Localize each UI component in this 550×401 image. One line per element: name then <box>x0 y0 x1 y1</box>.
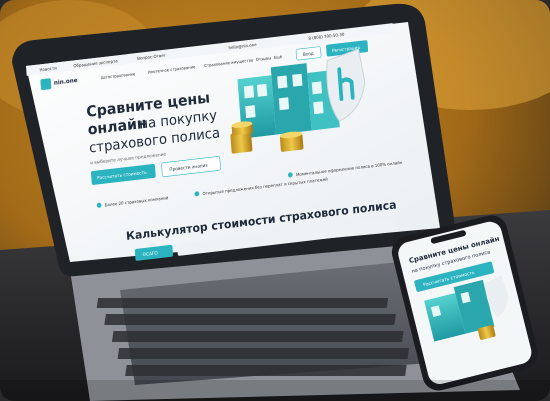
promo-scene: Новости Обращение эксперта Вопрос-Ответ … <box>0 0 550 401</box>
logo-icon[interactable] <box>40 78 52 90</box>
vignette <box>0 380 550 401</box>
login-label: Вход <box>303 51 314 58</box>
nav-item[interactable]: Ещё <box>274 54 283 60</box>
